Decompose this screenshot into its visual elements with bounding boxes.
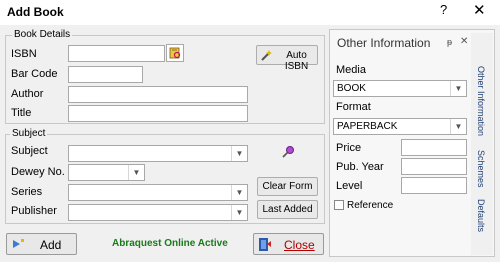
media-select[interactable]: BOOK ▼	[333, 80, 467, 97]
media-value: BOOK	[337, 83, 366, 94]
auto-isbn-label: Auto ISBN	[284, 50, 309, 72]
dewey-label: Dewey No.	[11, 166, 65, 178]
add-button[interactable]: Add	[6, 233, 77, 255]
format-select[interactable]: PAPERBACK ▼	[333, 118, 467, 135]
isbn-lookup-button[interactable]	[166, 44, 184, 62]
reference-checkbox[interactable]	[334, 200, 344, 210]
title-bar	[0, 0, 500, 25]
publisher-label: Publisher	[11, 205, 57, 217]
author-input[interactable]	[68, 86, 248, 103]
publisher-select[interactable]: ▼	[68, 204, 248, 221]
isbn-input[interactable]	[68, 45, 165, 62]
price-input[interactable]	[401, 139, 467, 156]
media-label: Media	[336, 64, 366, 76]
add-label: Add	[40, 238, 62, 252]
series-label: Series	[11, 186, 43, 198]
close-button[interactable]: Close	[253, 233, 324, 255]
pin-icon[interactable]: ᵽ	[447, 37, 452, 47]
dewey-select[interactable]: ▼	[68, 164, 145, 181]
subject-legend: Subject	[10, 128, 48, 139]
help-button[interactable]: ?	[440, 2, 447, 17]
wand-icon	[261, 50, 272, 61]
magnifier-icon	[282, 146, 294, 158]
tab-schemes[interactable]: Schemes	[476, 150, 486, 188]
other-info-heading: Other Information	[337, 36, 431, 50]
book-search-icon	[169, 47, 181, 59]
chevron-down-icon: ▼	[231, 146, 247, 161]
close-label: Close	[284, 238, 315, 252]
format-value: PAPERBACK	[337, 121, 398, 132]
last-added-button[interactable]: Last Added	[257, 200, 318, 219]
chevron-down-icon: ▼	[450, 119, 466, 134]
author-label: Author	[11, 88, 44, 100]
online-status: Abraquest Online Active	[112, 238, 228, 249]
chevron-down-icon: ▼	[128, 165, 144, 180]
clear-form-button[interactable]: Clear Form	[257, 177, 318, 196]
exit-door-icon	[259, 238, 271, 251]
add-arrow-icon	[13, 239, 24, 248]
chevron-down-icon: ▼	[231, 185, 247, 200]
pubyear-input[interactable]	[401, 158, 467, 175]
book-details-legend: Book Details	[12, 29, 73, 40]
barcode-input[interactable]	[68, 66, 143, 83]
series-select[interactable]: ▼	[68, 184, 248, 201]
title-label: Title	[11, 107, 32, 119]
chevron-down-icon: ▼	[450, 81, 466, 96]
tab-other-information[interactable]: Other Information	[476, 66, 486, 136]
level-label: Level	[336, 180, 363, 192]
panel-close-icon[interactable]: ✕	[460, 36, 468, 47]
barcode-label: Bar Code	[11, 68, 58, 80]
price-label: Price	[336, 142, 362, 154]
chevron-down-icon: ▼	[231, 205, 247, 220]
isbn-label: ISBN	[11, 48, 37, 60]
window-title: Add Book	[7, 5, 64, 19]
auto-isbn-button[interactable]: Auto ISBN	[256, 45, 318, 72]
window-close-button[interactable]: ✕	[473, 1, 486, 19]
subject-label: Subject	[11, 145, 48, 157]
subject-select[interactable]: ▼	[68, 145, 248, 162]
reference-label: Reference	[347, 200, 394, 211]
subject-search-button[interactable]	[281, 145, 295, 162]
title-input[interactable]	[68, 105, 248, 122]
tab-defaults[interactable]: Defaults	[476, 199, 486, 232]
format-label: Format	[336, 101, 371, 113]
level-input[interactable]	[401, 177, 467, 194]
pubyear-label: Pub. Year	[336, 161, 384, 173]
